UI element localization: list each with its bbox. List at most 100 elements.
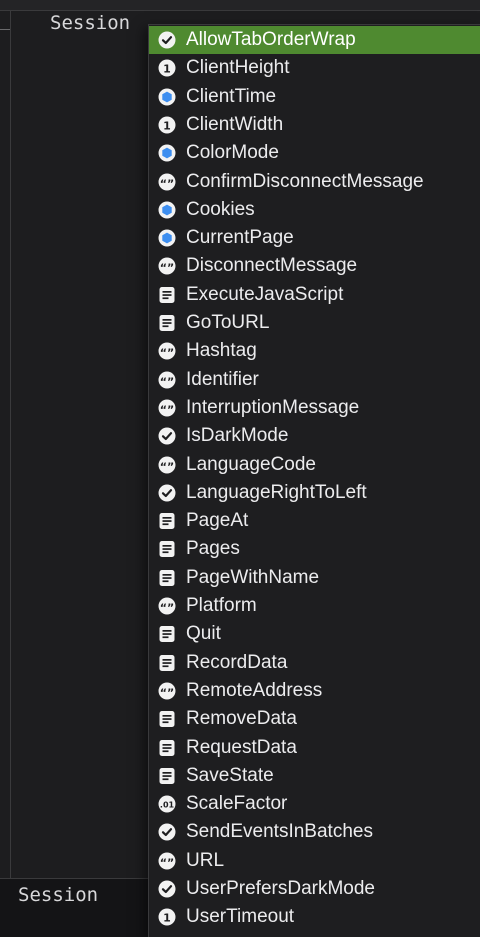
autocomplete-item-label: RequestData: [186, 736, 297, 758]
svg-text:1: 1: [163, 119, 171, 132]
autocomplete-item-label: URL: [186, 849, 225, 871]
autocomplete-item[interactable]: UserPrefersDarkMode: [149, 875, 480, 903]
method-doc-icon: [158, 625, 176, 643]
svg-text:“”: “”: [160, 602, 174, 615]
autocomplete-item[interactable]: SaveState: [149, 762, 480, 790]
autocomplete-item[interactable]: LanguageRightToLeft: [149, 479, 480, 507]
autocomplete-item[interactable]: “” Identifier: [149, 366, 480, 394]
autocomplete-item[interactable]: “” DisconnectMessage: [149, 252, 480, 280]
autocomplete-item-label: SendEventsInBatches: [186, 821, 373, 843]
autocomplete-item[interactable]: RequestData: [149, 734, 480, 762]
autocomplete-item-label: DisconnectMessage: [186, 255, 358, 277]
autocomplete-item[interactable]: IsDarkMode: [149, 422, 480, 450]
gutter-divider: [10, 10, 11, 878]
method-doc-icon: [158, 286, 176, 304]
autocomplete-item-label: Platform: [186, 595, 257, 616]
boolean-check-icon: [158, 427, 176, 445]
autocomplete-item-label: SaveState: [186, 764, 274, 786]
autocomplete-item[interactable]: “” URL: [149, 847, 480, 875]
autocomplete-item[interactable]: CurrentPage: [149, 224, 480, 252]
double-icon: .01: [158, 795, 176, 813]
string-quote-icon: “”: [158, 342, 176, 360]
method-doc-icon: [158, 710, 176, 728]
autocomplete-item-label: UserTimeout: [186, 906, 295, 928]
autocomplete-item-label: Quit: [186, 623, 221, 645]
autocomplete-item[interactable]: .01 ScaleFactor: [149, 790, 480, 818]
autocomplete-item-label: InterruptionMessage: [186, 396, 360, 418]
string-quote-icon: “”: [158, 173, 176, 191]
autocomplete-item[interactable]: Quit: [149, 620, 480, 648]
method-doc-icon: [158, 569, 176, 587]
autocomplete-item-label: RemoveData: [186, 708, 297, 730]
autocomplete-item[interactable]: PageWithName: [149, 564, 480, 592]
autocomplete-item[interactable]: ClientTime: [149, 83, 480, 111]
integer-icon: 1: [158, 908, 176, 926]
svg-text:“”: “”: [160, 262, 174, 275]
autocomplete-item[interactable]: ColorMode: [149, 139, 480, 167]
autocomplete-item[interactable]: ExecuteJavaScript: [149, 281, 480, 309]
autocomplete-item[interactable]: SendEventsInBatches: [149, 818, 480, 846]
autocomplete-item[interactable]: AllowTabOrderWrap: [149, 26, 480, 54]
autocomplete-item-label: ConfirmDisconnectMessage: [186, 170, 424, 192]
autocomplete-item-label: GoToURL: [186, 312, 270, 333]
autocomplete-item[interactable]: “” InterruptionMessage: [149, 394, 480, 422]
svg-text:“”: “”: [160, 686, 174, 699]
string-quote-icon: “”: [158, 371, 176, 389]
autocomplete-item-label: IsDarkMode: [186, 425, 289, 447]
autocomplete-item-label: ExecuteJavaScript: [186, 283, 344, 305]
boolean-check-icon: [158, 823, 176, 841]
autocomplete-item[interactable]: “” ConfirmDisconnectMessage: [149, 168, 480, 196]
autocomplete-item-label: RecordData: [186, 651, 288, 673]
boolean-check-icon: [158, 31, 176, 49]
string-quote-icon: “”: [158, 399, 176, 417]
autocomplete-item[interactable]: 1 ClientWidth: [149, 111, 480, 139]
autocomplete-item[interactable]: “” Hashtag: [149, 337, 480, 365]
string-quote-icon: “”: [158, 456, 176, 474]
autocomplete-item-label: PageWithName: [186, 566, 320, 588]
autocomplete-item[interactable]: 1 ClientHeight: [149, 54, 480, 82]
autocomplete-item-label: UserPrefersDarkMode: [186, 878, 375, 899]
autocomplete-item-label: Cookies: [186, 198, 255, 220]
autocomplete-item[interactable]: RemoveData: [149, 705, 480, 733]
autocomplete-item-label: ClientWidth: [186, 113, 284, 135]
boolean-check-icon: [158, 484, 176, 502]
autocomplete-item[interactable]: “” RemoteAddress: [149, 677, 480, 705]
svg-text:“”: “”: [160, 460, 174, 473]
autocomplete-popup[interactable]: AllowTabOrderWrap 1 ClientHeight ClientTime…: [148, 24, 480, 937]
integer-icon: 1: [158, 59, 176, 77]
autocomplete-item-label: Pages: [186, 538, 240, 560]
string-quote-icon: “”: [158, 257, 176, 275]
autocomplete-item-label: Identifier: [186, 368, 259, 390]
code-line-bottom[interactable]: Session: [18, 884, 98, 906]
method-doc-icon: [158, 654, 176, 672]
autocomplete-item[interactable]: RecordData: [149, 649, 480, 677]
autocomplete-item[interactable]: 1 UserTimeout: [149, 903, 480, 931]
autocomplete-item-label: LanguageRightToLeft: [186, 481, 367, 503]
method-doc-icon: [158, 314, 176, 332]
integer-icon: 1: [158, 116, 176, 134]
autocomplete-item[interactable]: GoToURL: [149, 309, 480, 337]
class-hexagon-icon: [158, 144, 176, 162]
class-hexagon-icon: [158, 88, 176, 106]
autocomplete-item[interactable]: Pages: [149, 535, 480, 563]
string-quote-icon: “”: [158, 682, 176, 700]
autocomplete-item[interactable]: “” Platform: [149, 592, 480, 620]
svg-text:1: 1: [163, 63, 171, 76]
gutter-tick: [0, 29, 10, 30]
autocomplete-item-label: ClientHeight: [186, 57, 290, 79]
autocomplete-item-label: Hashtag: [186, 340, 257, 362]
editor-top-bar: [0, 0, 480, 11]
string-quote-icon: “”: [158, 852, 176, 870]
autocomplete-item-label: PageAt: [186, 510, 249, 532]
autocomplete-item[interactable]: PageAt: [149, 507, 480, 535]
svg-text:1: 1: [163, 912, 171, 925]
class-hexagon-icon: [158, 229, 176, 247]
code-line[interactable]: Session: [50, 12, 130, 34]
autocomplete-item-label: ScaleFactor: [186, 793, 288, 815]
autocomplete-item[interactable]: “” LanguageCode: [149, 451, 480, 479]
autocomplete-item-label: CurrentPage: [186, 227, 294, 249]
string-quote-icon: “”: [158, 597, 176, 615]
autocomplete-item[interactable]: Cookies: [149, 196, 480, 224]
autocomplete-item-label: AllowTabOrderWrap: [186, 29, 356, 50]
boolean-check-icon: [158, 880, 176, 898]
